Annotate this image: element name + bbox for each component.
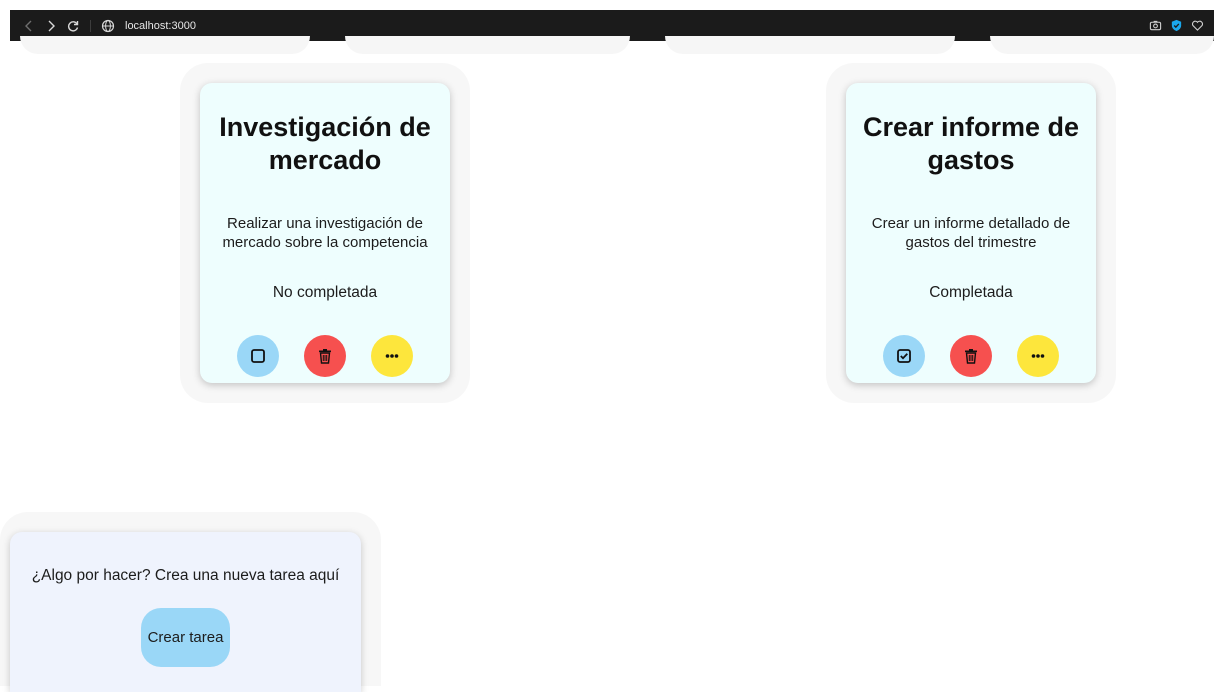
- back-button[interactable]: [18, 15, 40, 37]
- reload-button[interactable]: [62, 15, 84, 37]
- task-description: Crear un informe detallado de gastos del…: [871, 215, 1071, 251]
- more-options-button[interactable]: [371, 335, 413, 377]
- task-description: Realizar una investigación de mercado so…: [222, 215, 428, 251]
- task-card-container: Crear informe de gastos Crear un informe…: [826, 63, 1116, 403]
- card-shadow-decor: [20, 36, 310, 54]
- reload-icon: [67, 20, 79, 31]
- toggle-complete-button[interactable]: [883, 335, 925, 377]
- heart-icon[interactable]: [1191, 19, 1204, 32]
- create-task-prompt: ¿Algo por hacer? Crea una nueva tarea aq…: [31, 567, 340, 584]
- trash-icon: [965, 349, 977, 364]
- card-shadow-decor: [665, 36, 955, 54]
- chevron-right-icon: [48, 20, 55, 31]
- trash-icon: [319, 349, 331, 364]
- task-title: Crear informe de gastos: [862, 112, 1080, 175]
- delete-button[interactable]: [950, 335, 992, 377]
- ellipsis-icon: [385, 354, 399, 358]
- checkbox-checked-icon: [897, 349, 911, 363]
- toolbar-divider: [90, 19, 91, 32]
- checkbox-empty-icon: [251, 349, 265, 363]
- task-status: Completada: [929, 284, 1013, 301]
- task-status: No completada: [272, 284, 378, 301]
- toggle-complete-button[interactable]: [237, 335, 279, 377]
- task-title: Investigación de mercado: [219, 112, 431, 175]
- more-options-button[interactable]: [1017, 335, 1059, 377]
- browser-nav: localhost:3000: [18, 15, 196, 37]
- toolbar-right: [1149, 19, 1204, 32]
- delete-button[interactable]: [304, 335, 346, 377]
- task-card: Crear informe de gastos Crear un informe…: [846, 83, 1096, 383]
- camera-icon[interactable]: [1149, 19, 1162, 32]
- task-card-container: Investigación de mercado Realizar una in…: [180, 63, 470, 403]
- card-shadow-decor: [345, 36, 630, 54]
- create-task-container: ¿Algo por hacer? Crea una nueva tarea aq…: [0, 512, 381, 692]
- task-card: Investigación de mercado Realizar una in…: [200, 83, 450, 383]
- globe-icon: [101, 19, 115, 33]
- address-bar[interactable]: localhost:3000: [125, 20, 196, 32]
- task-actions: [883, 335, 1059, 377]
- create-task-card: ¿Algo por hacer? Crea una nueva tarea aq…: [10, 532, 361, 692]
- ellipsis-icon: [1031, 354, 1045, 358]
- task-actions: [237, 335, 413, 377]
- card-shadow-decor: [990, 36, 1214, 54]
- forward-button[interactable]: [40, 15, 62, 37]
- chevron-left-icon: [25, 20, 32, 31]
- create-task-button[interactable]: Crear tarea: [141, 608, 230, 667]
- shield-icon[interactable]: [1170, 19, 1183, 32]
